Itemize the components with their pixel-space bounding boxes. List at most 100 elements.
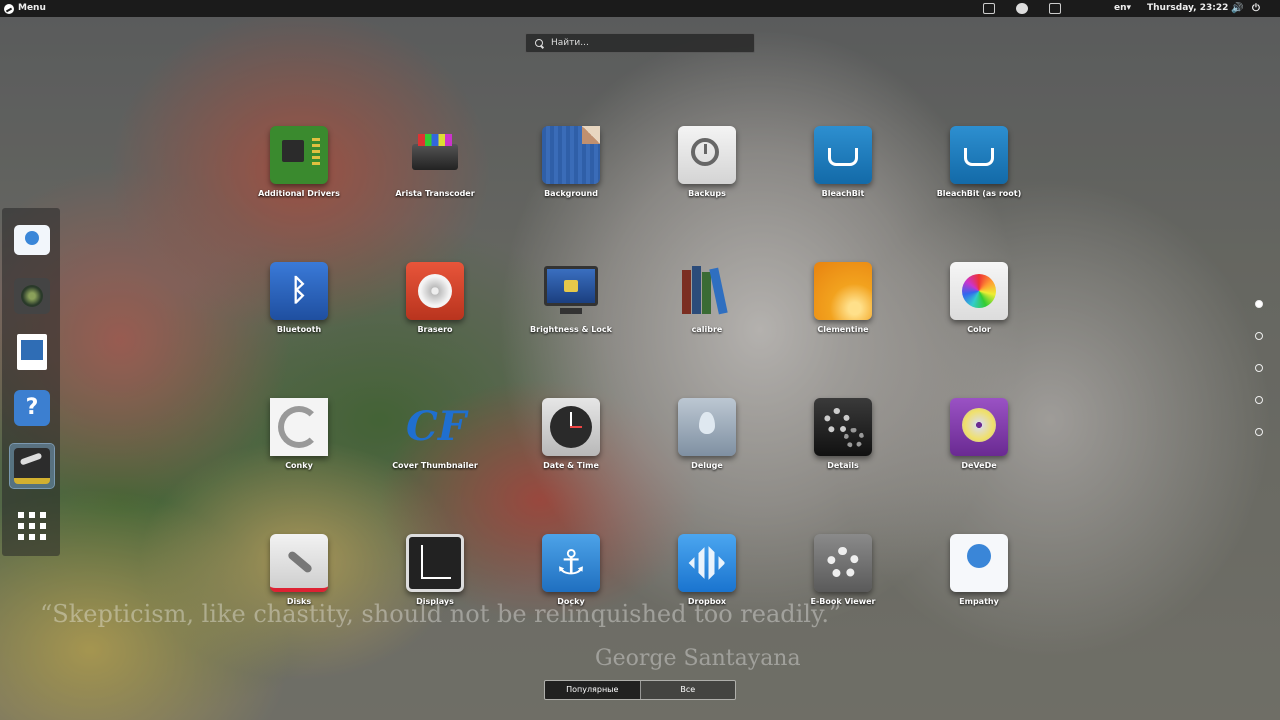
books-icon bbox=[678, 262, 736, 320]
app-additional-drivers[interactable]: Additional Drivers bbox=[234, 126, 364, 198]
page-dot-4[interactable] bbox=[1255, 396, 1263, 404]
view-tabs: Популярные Все bbox=[544, 680, 736, 700]
page-dot-2[interactable] bbox=[1255, 332, 1263, 340]
power-icon[interactable]: ⏻ bbox=[1252, 0, 1260, 17]
steam-tray-icon[interactable] bbox=[1016, 3, 1028, 14]
app-devede[interactable]: DeVeDe bbox=[914, 398, 1044, 470]
app-bluetooth[interactable]: ᛒ Bluetooth bbox=[234, 262, 364, 334]
search-box[interactable] bbox=[525, 33, 755, 53]
page-dot-5[interactable] bbox=[1255, 428, 1263, 436]
language-indicator[interactable]: en▾ bbox=[1114, 0, 1131, 17]
dock-empathy[interactable] bbox=[10, 218, 54, 262]
dock-writer[interactable] bbox=[10, 330, 54, 374]
app-label: Arista Transcoder bbox=[395, 189, 475, 198]
help-icon: ? bbox=[14, 390, 50, 426]
app-clementine[interactable]: Clementine bbox=[778, 262, 908, 334]
anchor-icon: ⚓ bbox=[542, 534, 600, 592]
bleachbit-icon bbox=[814, 126, 872, 184]
app-dropbox[interactable]: Dropbox bbox=[642, 534, 772, 606]
dvd-icon bbox=[950, 398, 1008, 456]
clock[interactable]: Thursday, 23:22 bbox=[1147, 0, 1228, 17]
dock: ? bbox=[2, 208, 60, 556]
app-label: Date & Time bbox=[543, 461, 599, 470]
dock-help[interactable]: ? bbox=[10, 386, 54, 430]
chat-smile-icon bbox=[950, 534, 1008, 592]
app-color[interactable]: Color bbox=[914, 262, 1044, 334]
conky-icon bbox=[270, 398, 328, 456]
app-conky[interactable]: Conky bbox=[234, 398, 364, 470]
apps-grid-icon bbox=[18, 512, 46, 540]
page-dot-1[interactable] bbox=[1255, 300, 1263, 308]
writer-icon bbox=[17, 334, 47, 370]
app-label: Clementine bbox=[817, 325, 869, 334]
steam-icon bbox=[14, 448, 50, 484]
app-disks[interactable]: Disks bbox=[234, 534, 364, 606]
app-label: Details bbox=[827, 461, 859, 470]
bluetooth-icon: ᛒ bbox=[270, 262, 328, 320]
color-wheel-icon bbox=[950, 262, 1008, 320]
app-cover-thumbnailer[interactable]: CF Cover Thumbnailer bbox=[370, 398, 500, 470]
gears-icon bbox=[814, 398, 872, 456]
app-brightness-lock[interactable]: Brightness & Lock bbox=[506, 262, 636, 334]
dock-camera[interactable] bbox=[10, 274, 54, 318]
distro-logo-icon bbox=[4, 3, 14, 14]
app-label: BleachBit (as root) bbox=[936, 189, 1022, 198]
app-bleachbit[interactable]: BleachBit bbox=[778, 126, 908, 198]
wallpaper-icon bbox=[542, 126, 600, 184]
display-axes-icon bbox=[406, 534, 464, 592]
app-label: Backups bbox=[688, 189, 726, 198]
clock-icon bbox=[542, 398, 600, 456]
display-tray-icon[interactable] bbox=[1049, 3, 1061, 14]
tab-all[interactable]: Все bbox=[639, 681, 735, 699]
app-label: Cover Thumbnailer bbox=[392, 461, 478, 470]
app-empathy[interactable]: Empathy bbox=[914, 534, 1044, 606]
app-label: calibre bbox=[691, 325, 723, 334]
app-label: Background bbox=[544, 189, 598, 198]
app-label: Color bbox=[967, 325, 991, 334]
app-label: Bluetooth bbox=[276, 325, 322, 334]
app-label: Brasero bbox=[417, 325, 453, 334]
menu-button[interactable]: Menu bbox=[4, 0, 46, 17]
app-label: Additional Drivers bbox=[258, 189, 340, 198]
app-ebook-viewer[interactable]: E-Book Viewer bbox=[778, 534, 908, 606]
bleachbit-icon bbox=[950, 126, 1008, 184]
app-details[interactable]: Details bbox=[778, 398, 908, 470]
dropbox-icon bbox=[678, 534, 736, 592]
empathy-icon bbox=[14, 225, 50, 255]
monitor-lock-icon bbox=[542, 262, 600, 320]
dock-steam[interactable] bbox=[10, 444, 54, 488]
app-date-time[interactable]: Date & Time bbox=[506, 398, 636, 470]
orange-icon bbox=[814, 262, 872, 320]
dock-apps[interactable] bbox=[10, 504, 54, 548]
search-input[interactable] bbox=[549, 37, 753, 49]
app-calibre[interactable]: calibre bbox=[642, 262, 772, 334]
top-panel: Menu en▾ Thursday, 23:22 🔊 ⏻ bbox=[0, 0, 1280, 17]
clock-backup-icon bbox=[678, 126, 736, 184]
app-background[interactable]: Background bbox=[506, 126, 636, 198]
app-label: Empathy bbox=[959, 597, 999, 606]
menu-label: Menu bbox=[18, 3, 46, 13]
app-brasero[interactable]: Brasero bbox=[370, 262, 500, 334]
chip-icon bbox=[270, 126, 328, 184]
page-dot-3[interactable] bbox=[1255, 364, 1263, 372]
search-icon bbox=[535, 39, 543, 47]
app-docky[interactable]: ⚓ Docky bbox=[506, 534, 636, 606]
tab-popular[interactable]: Популярные bbox=[545, 681, 640, 699]
wallpaper-quote: “Skepticism, like chastity, should not b… bbox=[40, 600, 842, 628]
app-label: Brightness & Lock bbox=[530, 325, 612, 334]
app-bleachbit-root[interactable]: BleachBit (as root) bbox=[914, 126, 1044, 198]
wrench-icon bbox=[270, 534, 328, 592]
app-arista-transcoder[interactable]: Arista Transcoder bbox=[370, 126, 500, 198]
screenshot-tray-icon[interactable] bbox=[983, 3, 995, 14]
app-label: Conky bbox=[285, 461, 313, 470]
drop-icon bbox=[678, 398, 736, 456]
camera-icon bbox=[14, 278, 50, 314]
wallpaper-quote-author: George Santayana bbox=[595, 646, 801, 671]
app-label: DeVeDe bbox=[961, 461, 997, 470]
app-label: BleachBit bbox=[821, 189, 865, 198]
app-deluge[interactable]: Deluge bbox=[642, 398, 772, 470]
app-displays[interactable]: Displays bbox=[370, 534, 500, 606]
app-label: Deluge bbox=[691, 461, 723, 470]
volume-icon[interactable]: 🔊 bbox=[1231, 0, 1243, 17]
app-backups[interactable]: Backups bbox=[642, 126, 772, 198]
